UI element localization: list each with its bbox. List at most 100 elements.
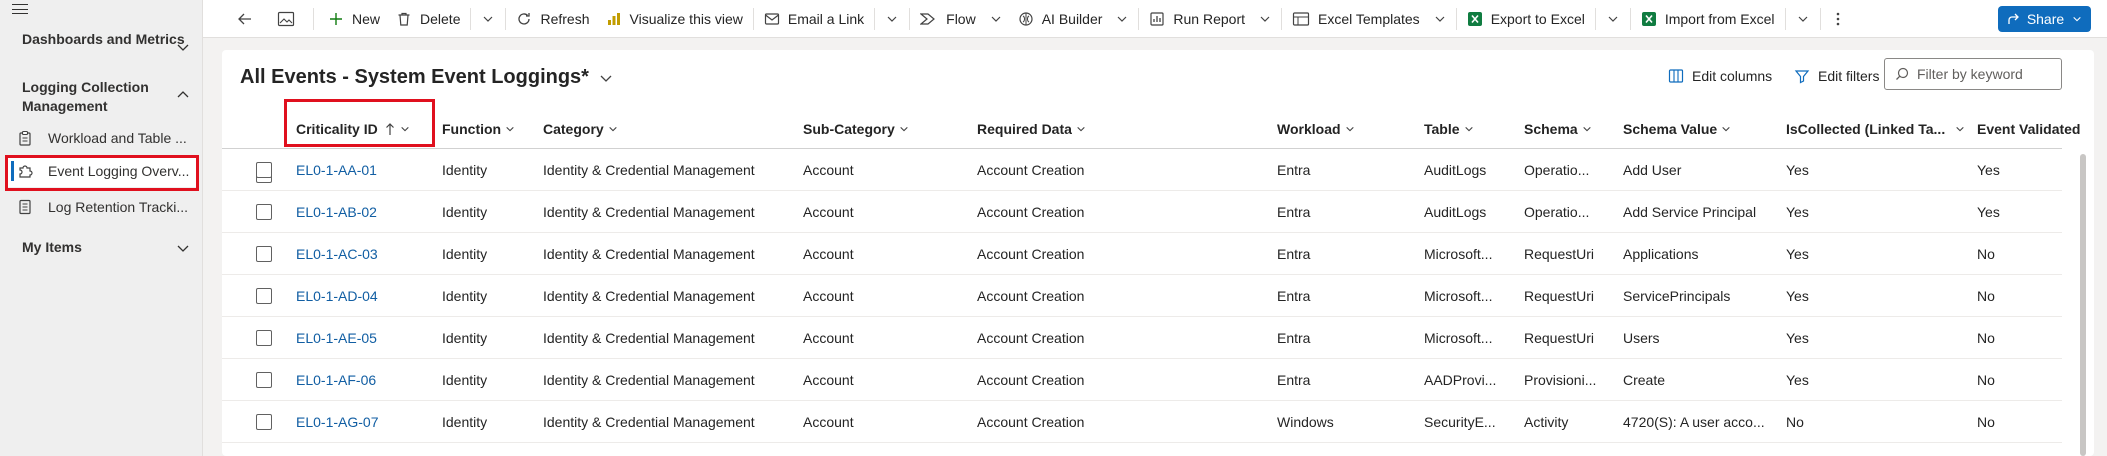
row-checkbox[interactable] — [256, 204, 272, 220]
run-report-button[interactable]: Run Report — [1141, 0, 1279, 38]
column-header-iscollected[interactable]: IsCollected (Linked Ta... — [1786, 110, 1965, 148]
edit-columns-button[interactable]: Edit columns — [1668, 68, 1772, 84]
share-button[interactable]: Share — [1998, 6, 2091, 32]
nav-group-logging-collection[interactable]: Logging Collection Management — [22, 78, 190, 116]
cell-workload: Entra — [1277, 162, 1311, 178]
excel-icon — [1467, 11, 1482, 26]
chevron-down-icon — [887, 16, 897, 22]
row-checkbox[interactable] — [256, 372, 272, 388]
cell-event-validated: No — [1977, 372, 1995, 388]
export-excel-button[interactable]: Export to Excel — [1459, 0, 1593, 38]
flow-button[interactable]: Flow — [912, 0, 1010, 38]
table-row[interactable]: EL0-1-AG-07 Identity Identity & Credential… — [222, 401, 2062, 443]
ai-builder-icon — [1019, 11, 1033, 26]
table-row[interactable]: EL0-1-AD-04 Identity Identity & Credential… — [222, 275, 2062, 317]
visualize-button-label: Visualize this view — [629, 10, 743, 27]
email-dropdown[interactable] — [877, 0, 907, 38]
table-row[interactable]: EL0-1-AF-06 Identity Identity & Credential… — [222, 359, 2062, 401]
divider — [1455, 7, 1457, 30]
column-header-function[interactable]: Function — [442, 110, 515, 148]
edit-columns-label: Edit columns — [1692, 68, 1773, 84]
filter-keyword-input[interactable]: Filter by keyword — [1884, 58, 2062, 90]
visualize-button[interactable]: Visualize this view — [598, 0, 751, 38]
delete-button[interactable]: Delete — [388, 0, 468, 38]
cell-sub-category: Account — [803, 204, 854, 220]
import-excel-button[interactable]: Import from Excel — [1633, 0, 1783, 38]
cell-category: Identity & Credential Management — [543, 162, 755, 178]
refresh-button[interactable]: Refresh — [508, 0, 597, 38]
cell-schema: Operatio... — [1524, 204, 1590, 220]
cell-criticality-id[interactable]: EL0-1-AF-06 — [296, 359, 436, 401]
cell-schema-value: Add User — [1623, 162, 1682, 178]
cell-criticality-id[interactable]: EL0-1-AE-05 — [296, 317, 436, 359]
edit-filters-button[interactable]: Edit filters — [1794, 68, 1879, 84]
column-header-category[interactable]: Category — [543, 110, 618, 148]
vertical-scrollbar[interactable] — [2080, 154, 2086, 456]
column-header-schema-value[interactable]: Schema Value — [1623, 110, 1731, 148]
filter-placeholder: Filter by keyword — [1917, 66, 2023, 82]
column-header-criticality-id[interactable]: Criticality ID — [296, 110, 410, 148]
table-row[interactable]: EL0-1-AB-02 Identity Identity & Credential… — [222, 191, 2062, 233]
email-link-button[interactable]: Email a Link — [756, 0, 872, 38]
sidebar-item-log-retention[interactable]: Log Retention Tracki... — [8, 191, 198, 223]
chevron-down-icon — [1345, 126, 1354, 132]
column-header-label: Event Validated — [1977, 121, 2081, 137]
hamburger-menu-icon[interactable] — [12, 2, 28, 16]
row-checkbox[interactable] — [256, 246, 272, 262]
new-button[interactable]: New — [316, 0, 388, 38]
table-row[interactable]: EL0-1-AC-03 Identity Identity & Credential… — [222, 233, 2062, 275]
row-checkbox[interactable] — [256, 414, 272, 430]
sidebar-item-workload-table[interactable]: Workload and Table ... — [8, 122, 198, 154]
cell-schema-value: 4720(S): A user acco... — [1623, 414, 1765, 430]
column-header-sub-category[interactable]: Sub-Category — [803, 110, 909, 148]
sidebar-item-event-logging[interactable]: Event Logging Overv... — [8, 155, 198, 187]
row-checkbox[interactable] — [256, 288, 272, 304]
column-header-workload[interactable]: Workload — [1277, 110, 1355, 148]
ai-builder-button[interactable]: AI Builder — [1010, 0, 1137, 38]
trash-icon — [398, 12, 410, 26]
cell-sub-category: Account — [803, 372, 854, 388]
chevron-down-icon — [600, 75, 612, 82]
cell-required-data: Account Creation — [977, 414, 1085, 430]
cell-sub-category: Account — [803, 288, 854, 304]
sidebar-item-label: Workload and Table ... — [48, 130, 187, 146]
cell-function: Identity — [442, 372, 488, 388]
column-header-label: IsCollected (Linked Ta... — [1786, 121, 1946, 137]
more-commands-dropdown[interactable] — [473, 0, 503, 38]
import-dropdown[interactable] — [1788, 0, 1818, 38]
chevron-down-icon — [1464, 126, 1473, 132]
cell-criticality-id[interactable]: EL0-1-AD-04 — [296, 275, 436, 317]
cell-sub-category: Account — [803, 414, 854, 430]
column-header-event-validated[interactable]: Event Validated — [1977, 110, 2080, 148]
column-header-table[interactable]: Table — [1424, 110, 1474, 148]
nav-group-dashboards[interactable]: Dashboards and Metrics — [22, 30, 190, 51]
chevron-down-icon — [177, 245, 189, 252]
sidebar-item-label: Log Retention Tracki... — [48, 199, 189, 215]
cell-criticality-id[interactable]: EL0-1-AC-03 — [296, 233, 436, 275]
cell-criticality-id[interactable]: EL0-1-AA-01 — [296, 149, 436, 191]
flow-icon — [920, 12, 936, 25]
command-bar: New Delete Refresh Visualize this view E… — [203, 0, 2107, 38]
refresh-button-label: Refresh — [540, 10, 590, 27]
export-dropdown[interactable] — [1598, 0, 1628, 38]
back-button[interactable] — [203, 0, 269, 38]
column-header-required-data[interactable]: Required Data — [977, 110, 1086, 148]
table-row[interactable]: EL0-1-AA-01 Identity Identity & Credential… — [222, 149, 2062, 191]
form-view-button[interactable] — [269, 0, 311, 38]
cell-criticality-id[interactable]: EL0-1-AG-07 — [296, 401, 436, 443]
arrow-left-icon — [238, 13, 251, 24]
row-checkbox[interactable] — [256, 162, 272, 178]
overflow-menu-button[interactable] — [1823, 0, 1853, 38]
cell-table: Microsoft... — [1424, 288, 1493, 304]
divider — [752, 7, 754, 30]
excel-templates-button[interactable]: Excel Templates — [1284, 0, 1454, 38]
divider — [1629, 7, 1631, 30]
view-selector[interactable]: All Events - System Event Loggings* — [240, 66, 613, 89]
column-header-schema[interactable]: Schema — [1524, 110, 1592, 148]
chevron-down-icon — [1435, 16, 1445, 22]
edit-filters-label: Edit filters — [1818, 68, 1880, 84]
row-checkbox[interactable] — [256, 330, 272, 346]
cell-criticality-id[interactable]: EL0-1-AB-02 — [296, 191, 436, 233]
nav-group-my-items[interactable]: My Items — [22, 238, 190, 257]
table-row[interactable]: EL0-1-AE-05 Identity Identity & Credential… — [222, 317, 2062, 359]
